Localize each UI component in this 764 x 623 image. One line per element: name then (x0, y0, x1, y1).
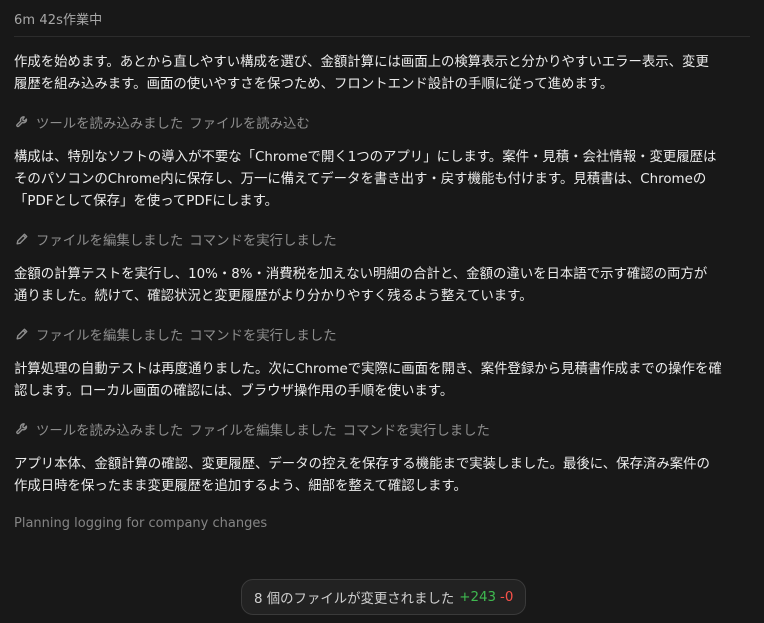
thinking-status: Planning logging for company changes (14, 516, 268, 531)
log-message-4: 計算処理の自動テストは再度通りました。次にChromeで実際に画面を開き、案件登… (14, 362, 722, 399)
log-message-1: 作成を始めます。あとから直しやすい構成を選び、金額計算には画面上の検算表示と分か… (14, 55, 709, 92)
step-action: ファイルを編集しました (189, 424, 337, 439)
wrench-icon (14, 421, 30, 437)
step-action: ツールを読み込みました (36, 117, 184, 132)
tool-step-2[interactable]: ファイルを編集しました コマンドを実行しました (14, 229, 750, 249)
step-action: コマンドを実行しました (189, 234, 337, 249)
step-action: コマンドを実行しました (342, 424, 490, 439)
agent-log: 作成を始めます。あとから直しやすい構成を選び、金額計算には画面上の検算表示と分か… (14, 52, 750, 531)
step-action: ファイルを編集しました (36, 234, 184, 249)
tool-step-3[interactable]: ファイルを編集しました コマンドを実行しました (14, 324, 750, 344)
step-action: ツールを読み込みました (36, 424, 184, 439)
tool-step-1[interactable]: ツールを読み込みました ファイルを読み込む (14, 112, 750, 132)
log-message-2: 構成は、特別なソフトの導入が不要な「Chromeで開く1つのアプリ」にします。案… (14, 150, 717, 209)
log-message-3: 金額の計算テストを実行し、10%・8%・消費税を加えない明細の合計と、金額の違い… (14, 267, 708, 304)
step-action: コマンドを実行しました (189, 329, 337, 344)
log-message-5: アプリ本体、金額計算の確認、変更履歴、データの控えを保存する機能まで実装しました… (14, 457, 710, 494)
lines-added: +243 (459, 589, 497, 605)
pencil-icon (14, 231, 30, 247)
pencil-icon (14, 326, 30, 342)
lines-removed: -0 (500, 589, 514, 605)
step-action: ファイルを編集しました (36, 329, 184, 344)
changed-files-label: 8 個のファイルが変更されました (254, 592, 455, 607)
work-duration-title: 6m 42s作業中 (14, 13, 103, 28)
changed-files-button[interactable]: 8 個のファイルが変更されました +243 -0 (241, 579, 527, 615)
header-divider (14, 36, 750, 37)
tool-step-4[interactable]: ツールを読み込みました ファイルを編集しました コマンドを実行しました (14, 419, 750, 439)
step-action: ファイルを読み込む (189, 117, 310, 132)
wrench-icon (14, 114, 30, 130)
